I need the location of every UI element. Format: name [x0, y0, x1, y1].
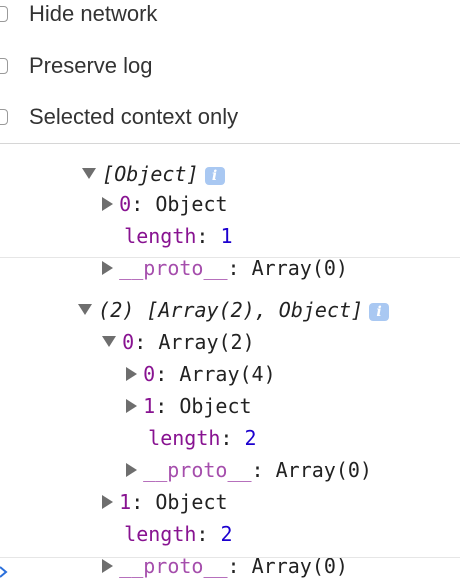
group2-item-0[interactable]: 0: Array(2) — [54, 294, 255, 354]
group2-item-1[interactable]: 1: Object — [54, 454, 228, 514]
console-settings-panel: Hide network Preserve log Selected conte… — [0, 0, 460, 144]
collapsed-triangle-icon[interactable] — [102, 558, 114, 573]
item-value: Array(0) — [275, 458, 372, 482]
group2-item-0-child-0[interactable]: 0: Array(4) — [78, 326, 276, 386]
group2-item-0-proto[interactable]: __proto__: Array(0) — [78, 422, 372, 482]
group1-length: length: 1 — [124, 224, 233, 248]
hide-network-label: Hide network — [29, 1, 158, 26]
selected-context-checkbox[interactable] — [0, 109, 8, 125]
message-separator — [0, 257, 460, 258]
hide-network-checkbox[interactable] — [0, 6, 8, 22]
group2-header[interactable]: (2) [Array(2), Object] i — [30, 262, 390, 322]
console-output: [Object] i 0: Object length: 1 __proto__:… — [0, 144, 460, 580]
group2-length: length: 2 — [124, 522, 233, 546]
preserve-log-label: Preserve log — [29, 53, 153, 78]
group2-item-0-length: length: 2 — [148, 426, 257, 450]
selected-context-label: Selected context only — [29, 104, 239, 129]
group2-item-0-child-1[interactable]: 1: Object — [78, 358, 252, 418]
preserve-log-option[interactable]: Preserve log — [0, 52, 153, 80]
hide-network-option[interactable]: Hide network — [0, 0, 157, 28]
info-icon[interactable]: i — [369, 302, 390, 321]
group1-item-0[interactable]: 0: Object — [54, 156, 228, 216]
selected-context-option[interactable]: Selected context only — [0, 103, 238, 131]
console-prompt-icon[interactable] — [0, 560, 14, 580]
message-separator — [0, 557, 460, 558]
preserve-log-checkbox[interactable] — [0, 58, 8, 74]
group2-proto[interactable]: __proto__: Array(0) — [54, 518, 348, 578]
group1-proto[interactable]: __proto__: Array(0) — [54, 220, 348, 280]
